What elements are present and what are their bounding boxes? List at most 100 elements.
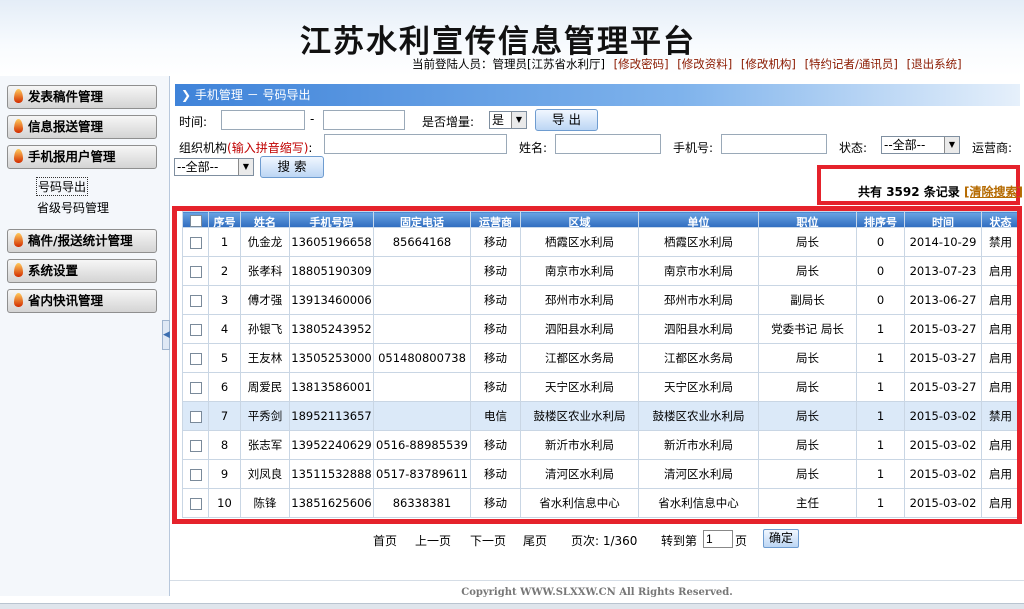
header-col-index[interactable]: 序号 — [208, 211, 241, 228]
cell-col-carrier: 移动 — [470, 227, 521, 257]
prev-page-link[interactable]: 上一页 — [415, 532, 451, 549]
cell-col-region: 栖霞区水利局 — [520, 227, 639, 257]
incremental-select[interactable]: 是 ▼ — [489, 111, 527, 129]
cell-col-name: 孙银飞 — [240, 314, 290, 344]
search-button[interactable]: 搜 索 — [260, 156, 324, 178]
cell-col-name: 仇金龙 — [240, 227, 290, 257]
goto-page-input[interactable] — [703, 530, 733, 548]
cell-col-sort: 1 — [856, 488, 905, 518]
row-checkbox[interactable] — [189, 352, 202, 365]
cell-col-position: 局长 — [758, 227, 857, 257]
table-row[interactable]: 1 仇金龙 13605196658 85664168 移动 栖霞区水利局 栖霞区水利局 局长 0… — [182, 227, 1017, 257]
table-row[interactable]: 6 周爱民 13813586001 移动 天宁区水利局 天宁区水利局 局长 1 2015-03-… — [182, 372, 1017, 402]
header-col-landline[interactable]: 固定电话 — [373, 211, 471, 228]
row-checkbox[interactable] — [189, 439, 202, 452]
select-all-checkbox[interactable] — [189, 215, 202, 227]
cell-col-status: 启用 — [981, 488, 1017, 518]
page-info: 页次: 1/360 — [571, 534, 638, 548]
table-row[interactable]: 9 刘凤良 13511532888 0517-83789611 移动 清河区水利局 清河区水… — [182, 459, 1017, 489]
row-checkbox[interactable] — [189, 468, 202, 481]
cell-col-sort: 1 — [856, 314, 905, 344]
table-row[interactable]: 8 张志军 13952240629 0516-88985539 移动 新沂市水利局 新沂市水… — [182, 430, 1017, 460]
cell-col-region: 鼓楼区农业水利局 — [520, 401, 639, 431]
sidebar-toggle[interactable]: ◀ — [162, 320, 170, 350]
row-checkbox[interactable] — [189, 294, 202, 307]
sidebar-subitem-number-export[interactable]: 号码导出 — [36, 177, 89, 196]
cell-col-position: 副局长 — [758, 285, 857, 315]
cell-col-sort: 0 — [856, 285, 905, 315]
cell-col-position: 主任 — [758, 488, 857, 518]
start-time-input[interactable] — [221, 110, 305, 130]
status-label: 状态: — [839, 141, 868, 155]
cell-col-status: 启用 — [981, 314, 1017, 344]
status-select[interactable]: --全部-- ▼ — [881, 136, 960, 154]
reporters-link[interactable]: [特约记者/通讯员] — [805, 57, 898, 71]
first-page-link[interactable]: 首页 — [373, 532, 397, 549]
cell-col-mobile: 13505253000 — [289, 343, 374, 373]
export-button[interactable]: 导 出 — [535, 109, 598, 131]
header-col-carrier[interactable]: 运营商 — [470, 211, 521, 228]
sidebar-item-articles[interactable]: 发表稿件管理 — [7, 85, 157, 109]
table-row[interactable]: 10 陈锋 13851625606 86338381 移动 省水利信息中心 省水利信息中心主… — [182, 488, 1017, 518]
header-col-mobile[interactable]: 手机号码 — [289, 211, 374, 228]
cell-col-landline: 0517-83789611 — [373, 459, 471, 489]
header-col-region[interactable]: 区域 — [520, 211, 639, 228]
header-col-time[interactable]: 时间 — [904, 211, 982, 228]
cell-col-region: 省水利信息中心 — [520, 488, 639, 518]
header-col-position[interactable]: 职位 — [758, 211, 857, 228]
cell-col-carrier: 移动 — [470, 285, 521, 315]
row-checkbox[interactable] — [189, 381, 202, 394]
edit-profile-link[interactable]: [修改资料] — [677, 57, 732, 71]
row-checkbox[interactable] — [189, 410, 202, 423]
header-col-sort[interactable]: 排序号 — [856, 211, 905, 228]
cell-col-mobile: 13851625606 — [289, 488, 374, 518]
table-row[interactable]: 2 张孝科 18805190309 移动 南京市水利局 南京市水利局 局长 0 2013-07-… — [182, 256, 1017, 286]
current-user: 当前登陆人员：管理员[江苏省水利厅] — [412, 57, 605, 71]
user-bar: 当前登陆人员：管理员[江苏省水利厅] [修改密码] [修改资料] [修改机构] … — [412, 56, 962, 72]
cell-col-name: 周爱民 — [240, 372, 290, 402]
logout-link[interactable]: [退出系统] — [907, 57, 962, 71]
end-time-input[interactable] — [323, 110, 405, 130]
cell-col-time: 2015-03-02 — [904, 459, 982, 489]
row-checkbox[interactable] — [189, 497, 202, 510]
header-col-status[interactable]: 状态 — [981, 211, 1017, 228]
last-page-link[interactable]: 尾页 — [523, 532, 547, 549]
sidebar-item-news-flash[interactable]: 省内快讯管理 — [7, 289, 157, 313]
sidebar-item-mobile-users[interactable]: 手机报用户管理 — [7, 145, 157, 169]
cell-col-landline — [373, 285, 471, 315]
cell-col-mobile: 13805243952 — [289, 314, 374, 344]
phone-input[interactable] — [721, 134, 827, 154]
sidebar-item-info-report[interactable]: 信息报送管理 — [7, 115, 157, 139]
sidebar-subitem-provincial-numbers[interactable]: 省级号码管理 — [37, 199, 109, 216]
cell-col-position: 局长 — [758, 372, 857, 402]
table-row[interactable]: 3 傅才强 13913460006 移动 邳州市水利局 邳州市水利局 副局长 0 2013-06… — [182, 285, 1017, 315]
header-col-name[interactable]: 姓名 — [240, 211, 290, 228]
flame-icon — [14, 263, 23, 277]
cell-col-region: 泗阳县水利局 — [520, 314, 639, 344]
name-input[interactable] — [555, 134, 661, 154]
cell-col-time: 2015-03-02 — [904, 430, 982, 460]
clear-search-link[interactable]: [清除搜索] — [964, 185, 1023, 199]
table-row[interactable]: 5 王友林 13505253000 051480800738 移动 江都区水务局 江都区水务… — [182, 343, 1017, 373]
cell-col-index: 1 — [208, 227, 241, 257]
table-row[interactable]: 7 平秀剑 18952113657 电信 鼓楼区农业水利局 鼓楼区农业水利局 局长 1 2015… — [182, 401, 1017, 431]
cell-col-mobile: 13605196658 — [289, 227, 374, 257]
organization-input[interactable] — [324, 134, 507, 154]
row-checkbox[interactable] — [189, 265, 202, 278]
sidebar-item-statistics[interactable]: 稿件/报送统计管理 — [7, 229, 157, 253]
cell-col-time: 2015-03-27 — [904, 372, 982, 402]
sidebar-item-settings[interactable]: 系统设置 — [7, 259, 157, 283]
goto-confirm-button[interactable]: 确定 — [763, 529, 799, 548]
row-checkbox[interactable] — [189, 236, 202, 249]
header-col-unit[interactable]: 单位 — [638, 211, 759, 228]
table-row[interactable]: 4 孙银飞 13805243952 移动 泗阳县水利局 泗阳县水利局 党委书记 局长 1 201… — [182, 314, 1017, 344]
cell-col-time: 2013-07-23 — [904, 256, 982, 286]
edit-organization-link[interactable]: [修改机构] — [741, 57, 796, 71]
cell-col-mobile: 13511532888 — [289, 459, 374, 489]
row-checkbox[interactable] — [189, 323, 202, 336]
cell-col-index: 8 — [208, 430, 241, 460]
cell-col-unit: 邳州市水利局 — [638, 285, 759, 315]
next-page-link[interactable]: 下一页 — [470, 532, 506, 549]
carrier-select[interactable]: --全部-- ▼ — [174, 158, 254, 176]
change-password-link[interactable]: [修改密码] — [614, 57, 669, 71]
